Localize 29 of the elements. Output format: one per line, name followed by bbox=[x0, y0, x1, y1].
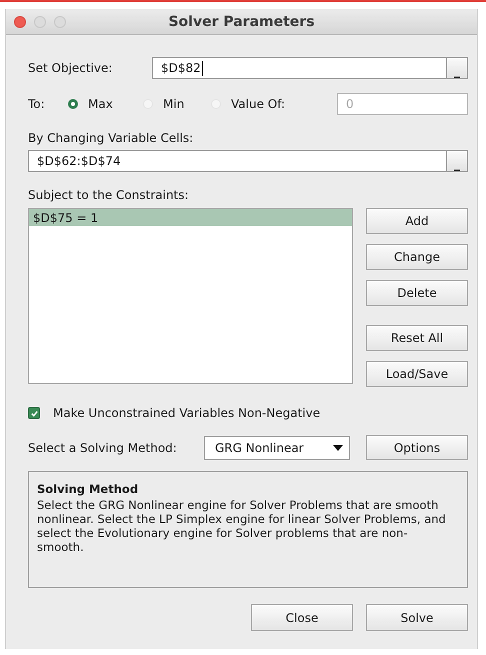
range-picker-button[interactable]: _ bbox=[447, 150, 468, 172]
window-title: Solver Parameters bbox=[168, 14, 315, 30]
constraint-button[interactable]: Delete bbox=[366, 280, 468, 306]
radio-option[interactable]: Value Of: bbox=[211, 97, 328, 111]
constraint-button[interactable]: Change bbox=[366, 244, 468, 270]
info-text: Select the GRG Nonlinear engine for Solver Problems that are smooth nonlinear. Select the LP Simplex engine for linear Solver Problems, and select the Evolutionary engine for Solver problems that are non-smooth. bbox=[37, 498, 447, 554]
field-label: Subject to the Constraints: bbox=[28, 188, 190, 202]
radio-option[interactable]: Min bbox=[143, 97, 211, 111]
info-title: Solving Method bbox=[37, 482, 140, 496]
close-icon[interactable] bbox=[14, 16, 26, 28]
field-label: Select a Solving Method: bbox=[28, 440, 178, 454]
variable-cells-field[interactable]: $D$62:$D$74 bbox=[28, 150, 447, 172]
constraint-item[interactable]: $D$75 = 1 bbox=[29, 209, 352, 226]
field-label: To: bbox=[28, 97, 46, 111]
constraint-button[interactable]: Add bbox=[366, 208, 468, 234]
options-button[interactable]: Options bbox=[366, 435, 468, 460]
checkbox[interactable] bbox=[28, 407, 40, 419]
checkbox-label: Make Unconstrained Variables Non-Negative bbox=[53, 406, 320, 420]
objective-field[interactable]: $D$82 bbox=[152, 57, 447, 79]
radio-option[interactable]: Max bbox=[68, 97, 143, 111]
dropdown-arrow-icon bbox=[333, 444, 343, 450]
dialog-button[interactable]: Close bbox=[251, 604, 353, 631]
dialog-button[interactable]: Solve bbox=[366, 604, 468, 631]
constraint-button[interactable]: Load/Save bbox=[366, 361, 468, 387]
field-label: Set Objective: bbox=[28, 61, 114, 75]
method-dropdown[interactable]: GRG Nonlinear bbox=[204, 436, 350, 460]
range-picker-button[interactable]: _ bbox=[447, 57, 468, 79]
constraint-button[interactable]: Reset All bbox=[366, 325, 468, 351]
field-label: By Changing Variable Cells: bbox=[28, 131, 194, 145]
